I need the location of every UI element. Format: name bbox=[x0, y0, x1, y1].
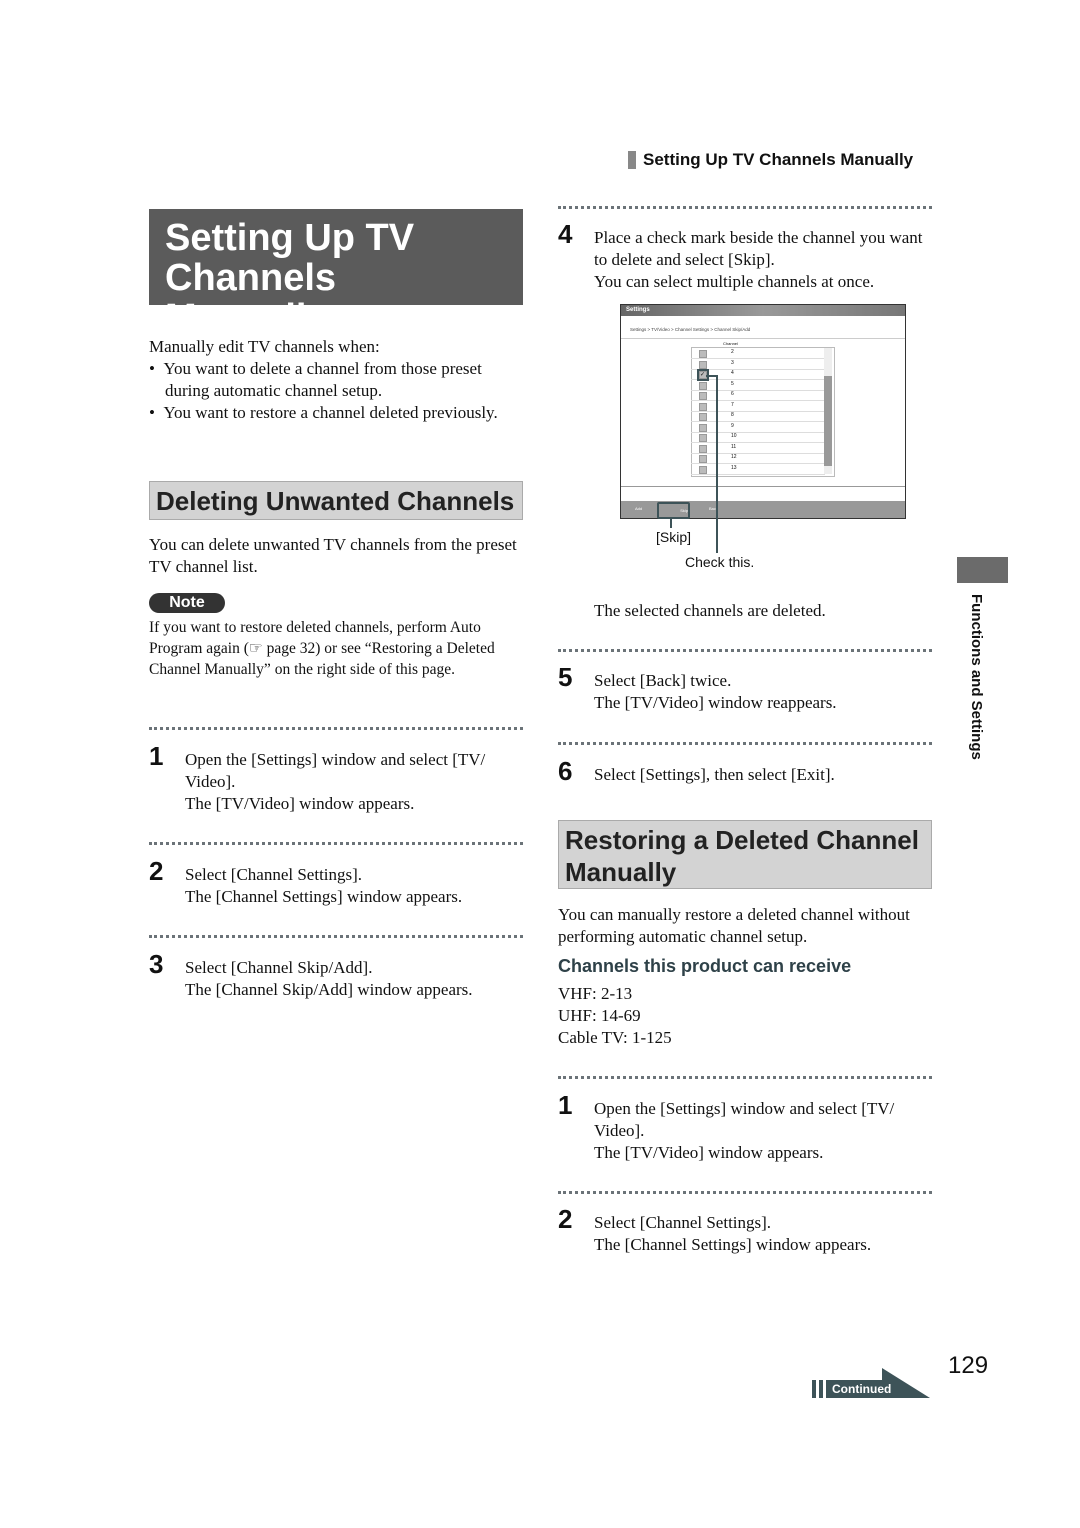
channel-row[interactable]: 8 bbox=[691, 411, 825, 422]
skip-callout: [Skip] bbox=[656, 529, 692, 545]
channel-number: 7 bbox=[731, 401, 734, 408]
step: Select [Channel Settings]. The [Channel S… bbox=[594, 1213, 872, 1254]
title-line: Channels Manually bbox=[165, 257, 337, 339]
step: Select [Channel Skip/Add]. The [Channel S… bbox=[185, 958, 473, 999]
step: Select [Back] twice. The [TV/Video] windo… bbox=[594, 671, 837, 712]
intro: Manually edit TV channels when: • You wa… bbox=[149, 336, 524, 424]
channel-checkbox[interactable] bbox=[699, 413, 707, 421]
step-number: 3 bbox=[149, 949, 164, 979]
channel-row[interactable]: 12 bbox=[691, 453, 825, 464]
step-number: 1 bbox=[149, 741, 164, 771]
step: Open the [Settings] window and select [T… bbox=[594, 1099, 895, 1162]
callout-line bbox=[716, 375, 718, 553]
channel-number: 12 bbox=[731, 454, 737, 460]
channel-row[interactable]: 7 bbox=[691, 401, 825, 412]
divider bbox=[149, 935, 523, 938]
channel-checkbox[interactable] bbox=[699, 423, 707, 432]
step: Select [Settings], then select [Exit]. bbox=[594, 765, 835, 784]
divider bbox=[558, 742, 932, 745]
breadcrumb: Settings > TV/Video > Channel Settings >… bbox=[630, 327, 751, 332]
divider bbox=[149, 842, 523, 845]
section-text: You can manually restore a deleted chann… bbox=[558, 905, 910, 946]
step-number: 4 bbox=[558, 219, 573, 249]
channel-row[interactable]: 10 bbox=[691, 432, 825, 443]
channel-number: 10 bbox=[731, 433, 737, 439]
add-button[interactable]: Add bbox=[635, 506, 642, 511]
step: Select [Channel Settings]. The [Channel S… bbox=[185, 865, 463, 906]
channel-ranges: VHF: 2-13 UHF: 14-69 Cable TV: 1-125 bbox=[558, 984, 672, 1047]
step-number: 2 bbox=[149, 856, 164, 886]
channel-number: 11 bbox=[731, 443, 737, 450]
channel-checkbox[interactable] bbox=[699, 350, 707, 358]
channel-checkbox[interactable] bbox=[699, 381, 707, 390]
step: Open the [Settings] window and select [T… bbox=[185, 750, 486, 813]
note-text: If you want to restore deleted channels,… bbox=[149, 619, 495, 678]
column-header: Channel bbox=[723, 341, 738, 346]
channel-checkbox[interactable] bbox=[699, 444, 707, 453]
scrollbar[interactable] bbox=[824, 348, 832, 474]
continued-label: Continued bbox=[832, 1382, 892, 1396]
step: Place a check mark beside the channel yo… bbox=[594, 228, 923, 291]
skip-button[interactable]: Skip bbox=[657, 502, 690, 519]
channel-number: 5 bbox=[731, 380, 734, 387]
section-heading: Deleting Unwanted Channels bbox=[149, 481, 523, 520]
channel-number: 13 bbox=[731, 464, 737, 471]
divider bbox=[149, 727, 523, 730]
page-title: Setting Up TV Channels Manually bbox=[149, 209, 523, 338]
step-number: 2 bbox=[558, 1204, 573, 1234]
side-tab-label: Functions and Settings bbox=[968, 594, 985, 760]
header-marker bbox=[628, 151, 636, 169]
title-line: Setting Up TV bbox=[165, 217, 415, 259]
channel-checkbox[interactable] bbox=[699, 455, 707, 463]
channel-row[interactable]: 13 bbox=[691, 464, 825, 475]
window-title: Settings bbox=[621, 305, 905, 316]
channel-number: 9 bbox=[731, 422, 734, 429]
step-number: 5 bbox=[558, 662, 573, 692]
page-number: 129 bbox=[948, 1352, 989, 1379]
channel-checkbox[interactable] bbox=[699, 360, 707, 369]
section-heading: Restoring a Deleted Channel Manually bbox=[558, 820, 932, 889]
divider bbox=[558, 1076, 932, 1079]
channel-checkbox[interactable] bbox=[699, 465, 707, 474]
divider bbox=[558, 649, 932, 652]
channel-checkbox[interactable] bbox=[699, 434, 707, 442]
running-header: Setting Up TV Channels Manually bbox=[643, 150, 914, 169]
channel-row[interactable]: 11 bbox=[691, 443, 825, 454]
bullet: • You want to restore a channel deleted … bbox=[149, 403, 498, 422]
step-number: 1 bbox=[558, 1090, 573, 1120]
intro-lead: Manually edit TV channels when: bbox=[149, 337, 380, 356]
divider bbox=[558, 206, 932, 209]
channel-row[interactable]: 2 bbox=[691, 348, 825, 359]
channel-number: 3 bbox=[731, 359, 734, 366]
note-badge: Note bbox=[149, 593, 225, 613]
channel-row[interactable]: 9 bbox=[691, 422, 825, 433]
channel-row[interactable]: 3 bbox=[691, 359, 825, 370]
channel-number: 2 bbox=[731, 349, 734, 355]
channel-number: 6 bbox=[731, 391, 734, 397]
settings-screenshot: Settings Settings > TV/Video > Channel S… bbox=[620, 304, 906, 519]
channel-row[interactable]: 5 bbox=[691, 380, 825, 391]
channel-row[interactable]: 6 bbox=[691, 390, 825, 401]
subheading: Channels this product can receive bbox=[558, 956, 852, 976]
channel-number: 8 bbox=[731, 412, 734, 418]
step-number: 6 bbox=[558, 756, 573, 786]
section-text: You can delete unwanted TV channels from… bbox=[149, 535, 517, 576]
bullet: • You want to delete a channel from thos… bbox=[149, 359, 482, 400]
divider bbox=[558, 1191, 932, 1194]
manual-page: { "running_header":"Setting Up TV Channe… bbox=[0, 0, 1080, 1528]
callout-line bbox=[670, 518, 672, 528]
channel-checkbox[interactable] bbox=[699, 392, 707, 400]
result-text: The selected channels are deleted. bbox=[594, 601, 826, 620]
channel-number: 4 bbox=[731, 370, 734, 376]
button-bar: Add Skip Back bbox=[621, 501, 905, 519]
check-callout: Check this. bbox=[685, 554, 755, 570]
side-tab-marker bbox=[957, 557, 1008, 583]
channel-checkbox[interactable] bbox=[699, 402, 707, 411]
